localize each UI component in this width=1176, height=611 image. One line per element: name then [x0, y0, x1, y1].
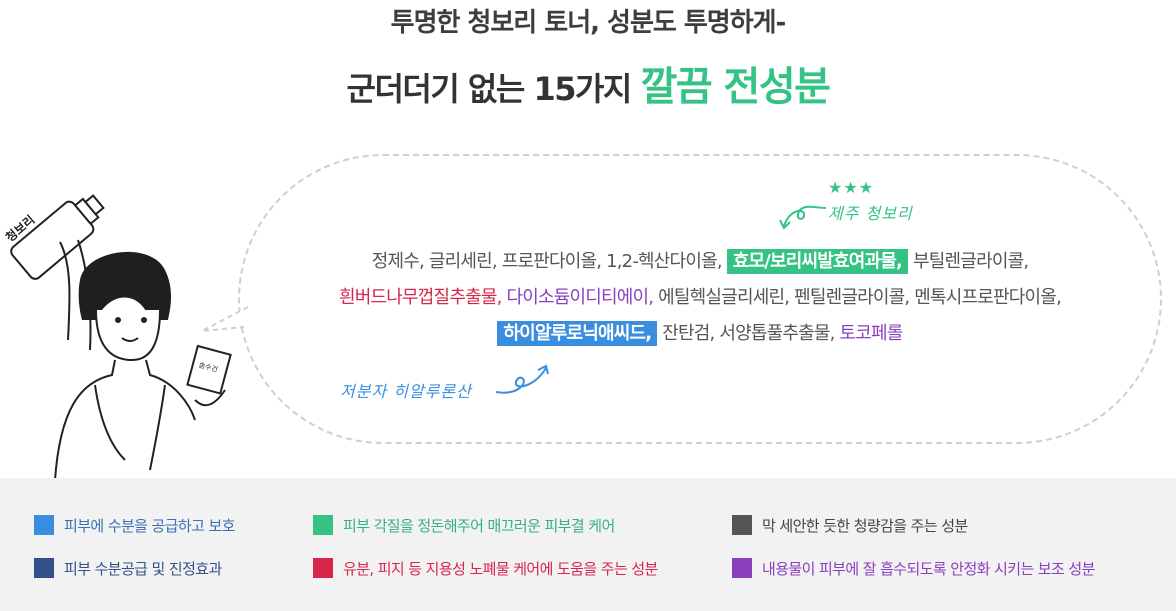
legend-swatch: [313, 558, 333, 578]
legend-swatch: [313, 515, 333, 535]
ingredient-tocopherol: 토코페롤: [839, 323, 904, 344]
legend-item: 유분, 피지 등 지용성 노폐물 케어에 도움을 주는 성분: [313, 557, 658, 579]
headline-prefix: 군더더기 없는 15가지: [346, 70, 641, 108]
legend-item: 피부 각질을 정돈해주어 매끄러운 피부결 케어: [313, 514, 615, 536]
legend-swatch: [732, 558, 752, 578]
ingredient-edta: 다이소듐이디티에이,: [506, 287, 659, 308]
swirl-arrow-icon: [779, 205, 827, 230]
headline-accent: 깔끔 전성분: [640, 64, 831, 110]
ingredient-line-2: 흰버드나무껍질추출물, 다이소듐이디티에이, 에틸헥실글리세린, 펜틸렌글라이콜…: [250, 280, 1150, 316]
ingredient-line-3: 하이알루로닉애씨드, 잔탄검, 서양톱풀추출물, 토코페롤: [250, 316, 1150, 352]
color-legend: 피부에 수분을 공급하고 보호 피부 각질을 정돈해주어 매끄러운 피부결 케어…: [0, 478, 1176, 611]
three-stars-icon: ★★★: [828, 178, 875, 197]
legend-label: 내용물이 피부에 잘 흡수되도록 안정화 시키는 보조 성분: [762, 559, 1095, 578]
low-molecular-hyaluronic-annotation: 저분자 히알루론산: [340, 382, 472, 401]
legend-item: 피부에 수분을 공급하고 보호: [34, 514, 236, 536]
headline-line-1: 투명한 청보리 토너, 성분도 투명하게-: [390, 8, 787, 38]
swirl-arrow-icon: [495, 364, 549, 394]
legend-swatch: [34, 515, 54, 535]
ingredient-group: 에틸헥실글리세린, 펜틸렌글라이콜, 멘톡시프로판다이올,: [658, 287, 1062, 308]
legend-label: 막 세안한 듯한 청량감을 주는 성분: [762, 516, 968, 535]
legend-label: 피부에 수분을 공급하고 보호: [64, 516, 236, 535]
ingredient-list: 정제수, 글리세린, 프로판다이올, 1,2-헥산다이올, 효모/보리씨발효여과…: [250, 244, 1150, 352]
legend-item: 막 세안한 듯한 청량감을 주는 성분: [732, 514, 968, 536]
legend-label: 피부 수분공급 및 진정효과: [64, 559, 222, 578]
speech-bubble-tail: [201, 306, 249, 332]
legend-label: 유분, 피지 등 지용성 노폐물 케어에 도움을 주는 성분: [343, 559, 658, 578]
legend-swatch: [732, 515, 752, 535]
ingredient-group: 부틸렌글라이콜,: [908, 251, 1029, 272]
ingredient-barley-ferment: 효모/보리씨발효여과물,: [726, 249, 909, 274]
ingredient-willow-bark: 흰버드나무껍질추출물,: [339, 287, 507, 308]
headline-line-2: 군더더기 없는 15가지 깔끔 전성분: [0, 54, 1176, 112]
jeju-barley-annotation: 제주 청보리: [828, 204, 913, 223]
legend-label: 피부 각질을 정돈해주어 매끄러운 피부결 케어: [343, 516, 615, 535]
legend-item: 피부 수분공급 및 진정효과: [34, 557, 222, 579]
ingredient-group: 정제수, 글리세린, 프로판다이올, 1,2-헥산다이올,: [371, 251, 727, 272]
legend-item: 내용물이 피부에 잘 흡수되도록 안정화 시키는 보조 성분: [732, 557, 1095, 579]
ingredient-group: 잔탄검, 서양톱풀추출물,: [657, 323, 840, 344]
legend-swatch: [34, 558, 54, 578]
ingredient-line-1: 정제수, 글리세린, 프로판다이올, 1,2-헥산다이올, 효모/보리씨발효여과…: [250, 244, 1150, 280]
ingredient-hyaluronic-acid: 하이알루로닉애씨드,: [497, 321, 658, 346]
